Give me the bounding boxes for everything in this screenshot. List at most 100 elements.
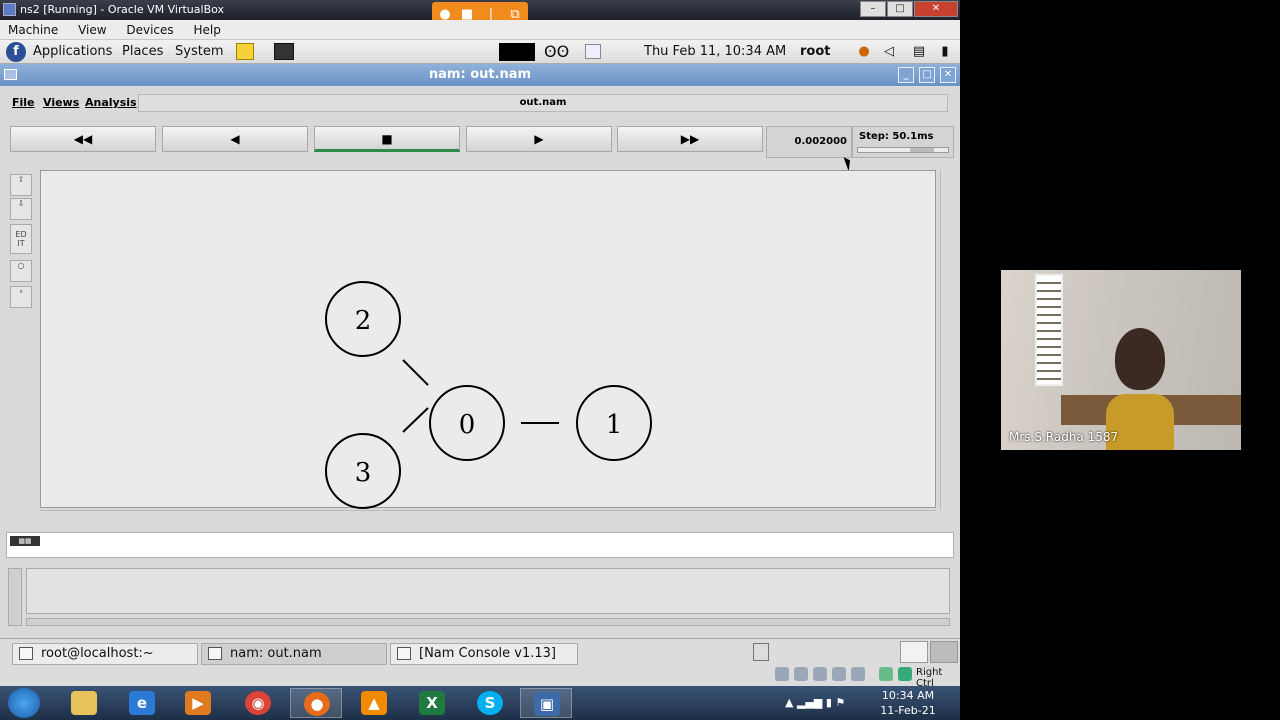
terminal-launcher-icon[interactable] xyxy=(274,43,294,60)
edit-tool-button[interactable]: ED IT xyxy=(10,224,32,254)
rewind-button[interactable]: ◀◀ xyxy=(10,126,156,152)
minimize-button[interactable]: – xyxy=(860,1,886,17)
node-0[interactable]: 0 xyxy=(429,385,505,461)
window-menu-icon[interactable] xyxy=(4,69,17,80)
zoom-out-icon[interactable]: ⇩ xyxy=(10,198,32,220)
step-slider[interactable] xyxy=(857,147,949,153)
windows-taskbar: e ▶ ◉ ● ▲ X S ▣ ▲ ▂▄▆ ▮ ⚑ 10:34 AM 11-Fe… xyxy=(0,686,960,720)
nam-menu-analysis[interactable]: Analysis xyxy=(85,96,137,109)
node-1-label: 1 xyxy=(606,410,623,440)
step-back-button[interactable]: ◀ xyxy=(162,126,308,152)
canvas-horizontal-scrollbar[interactable] xyxy=(40,510,936,522)
update-icon[interactable]: ● xyxy=(855,43,873,61)
taskbar-ie[interactable]: e xyxy=(116,688,168,718)
annotation-horizontal-scrollbar[interactable] xyxy=(26,618,950,626)
step-label: Step: 50.1ms xyxy=(859,131,934,142)
nam-window: File Views Analysis out.nam ◀◀ ◀ ■ ▶ ▶▶ … xyxy=(0,86,960,638)
firefox-taskbar-icon: ● xyxy=(304,692,330,716)
menu-view[interactable]: View xyxy=(78,23,106,37)
panel-clock[interactable]: Thu Feb 11, 10:34 AM xyxy=(644,40,786,64)
menu-help[interactable]: Help xyxy=(194,23,221,37)
hdd-status-icon xyxy=(775,667,789,681)
topology-graph: 2 0 1 3 xyxy=(325,281,652,509)
node-2-label: 2 xyxy=(355,306,372,336)
close-button[interactable]: ✕ xyxy=(914,1,958,17)
panel-user[interactable]: root xyxy=(800,40,831,64)
small-node-tool-icon[interactable]: ∘ xyxy=(10,286,32,308)
link-2-0 xyxy=(402,359,429,386)
task-nam-label: nam: out.nam xyxy=(230,646,322,661)
network-canvas[interactable]: 2 0 1 3 xyxy=(40,170,936,509)
fedora-logo-icon[interactable]: f xyxy=(6,42,26,62)
canvas-vertical-scrollbar[interactable] xyxy=(940,170,952,510)
nam-titlebar: nam: out.nam _ □ ✕ xyxy=(0,64,960,86)
annotation-panel[interactable] xyxy=(26,568,950,614)
taskbar-media[interactable]: ▶ xyxy=(172,688,224,718)
taskbar-skype[interactable]: S xyxy=(464,688,516,718)
taskbar-excel[interactable]: X xyxy=(406,688,458,718)
nam-maximize-button[interactable]: □ xyxy=(919,67,935,83)
webcam-video: Mrs.S.Radha 1587 xyxy=(1001,270,1241,450)
workspace-2[interactable] xyxy=(930,641,958,663)
taskbar-virtualbox[interactable]: ▣ xyxy=(520,688,572,718)
task-terminal-label: root@localhost:~ xyxy=(41,646,154,661)
screenshot-icon[interactable] xyxy=(585,44,601,59)
node-0-label: 0 xyxy=(459,410,476,440)
step-slider-handle[interactable] xyxy=(910,148,934,152)
taskbar-chrome[interactable]: ◉ xyxy=(232,688,284,718)
trace-file-name: out.nam xyxy=(138,94,948,112)
nam-menu-file[interactable]: File xyxy=(12,96,35,109)
task-nam-console[interactable]: [Nam Console v1.13] xyxy=(390,643,578,665)
applications-menu[interactable]: Applications xyxy=(33,40,112,64)
node-tool-icon[interactable]: ○ xyxy=(10,260,32,282)
start-button[interactable] xyxy=(8,688,40,718)
taskbar-explorer[interactable] xyxy=(58,688,110,718)
text-editor-icon[interactable] xyxy=(236,43,254,60)
node-3[interactable]: 3 xyxy=(325,433,401,509)
skype-icon: S xyxy=(477,691,503,715)
trash-icon[interactable] xyxy=(753,643,769,661)
volume-icon[interactable]: ◁ xyxy=(880,43,898,61)
nam-close-button[interactable]: ✕ xyxy=(940,67,956,83)
gnome-bottom-panel: root@localhost:~ nam: out.nam [Nam Conso… xyxy=(0,638,960,689)
vlc-icon: ▲ xyxy=(361,691,387,715)
taskbar-firefox[interactable]: ● xyxy=(290,688,342,718)
nam-window-title: nam: out.nam xyxy=(428,67,532,82)
menu-devices[interactable]: Devices xyxy=(126,23,173,37)
virtualbox-menubar: Machine View Devices Help xyxy=(0,20,960,40)
nam-menubar: File Views Analysis out.nam xyxy=(6,94,954,114)
node-2[interactable]: 2 xyxy=(325,281,401,357)
node-1[interactable]: 1 xyxy=(576,385,652,461)
eyes-applet-icon: ʘʘ xyxy=(544,42,570,61)
step-control: Step: 50.1ms xyxy=(852,126,954,158)
presenter-head xyxy=(1115,328,1165,390)
nam-menu-views[interactable]: Views xyxy=(43,96,79,109)
monitor-tag-icon: ▦▦ xyxy=(10,536,40,546)
workspace-1[interactable] xyxy=(900,641,928,663)
usb-status-icon xyxy=(813,667,827,681)
task-nam[interactable]: nam: out.nam xyxy=(201,643,387,665)
annotation-scrollbar[interactable] xyxy=(8,568,22,626)
virtualbox-title: ns2 [Running] - Oracle VM VirtualBox xyxy=(20,3,225,16)
task-terminal[interactable]: root@localhost:~ xyxy=(12,643,198,665)
taskbar-vlc[interactable]: ▲ xyxy=(348,688,400,718)
zoom-in-icon[interactable]: ⇧ xyxy=(10,174,32,196)
internet-explorer-icon: e xyxy=(129,691,155,715)
console-window-icon xyxy=(397,647,411,660)
screen: ns2 [Running] - Oracle VM VirtualBox – □… xyxy=(0,0,1280,720)
stop-button[interactable]: ■ xyxy=(314,126,460,152)
network-icon[interactable]: ▤ xyxy=(910,43,928,61)
folder-icon xyxy=(71,691,97,715)
link-0-3 xyxy=(402,407,429,433)
system-menu[interactable]: System xyxy=(175,40,223,64)
play-button[interactable]: ▶ xyxy=(466,126,612,152)
windows-clock[interactable]: 10:34 AM 11-Feb-21 xyxy=(872,688,944,718)
maximize-button[interactable]: □ xyxy=(887,1,913,17)
window-icon xyxy=(208,647,222,660)
nam-minimize-button[interactable]: _ xyxy=(898,67,914,83)
menu-machine[interactable]: Machine xyxy=(8,23,58,37)
system-tray-icons[interactable]: ▲ ▂▄▆ ▮ ⚑ xyxy=(785,696,845,709)
optical-status-icon xyxy=(794,667,808,681)
places-menu[interactable]: Places xyxy=(122,40,163,64)
fast-forward-button[interactable]: ▶▶ xyxy=(617,126,763,152)
